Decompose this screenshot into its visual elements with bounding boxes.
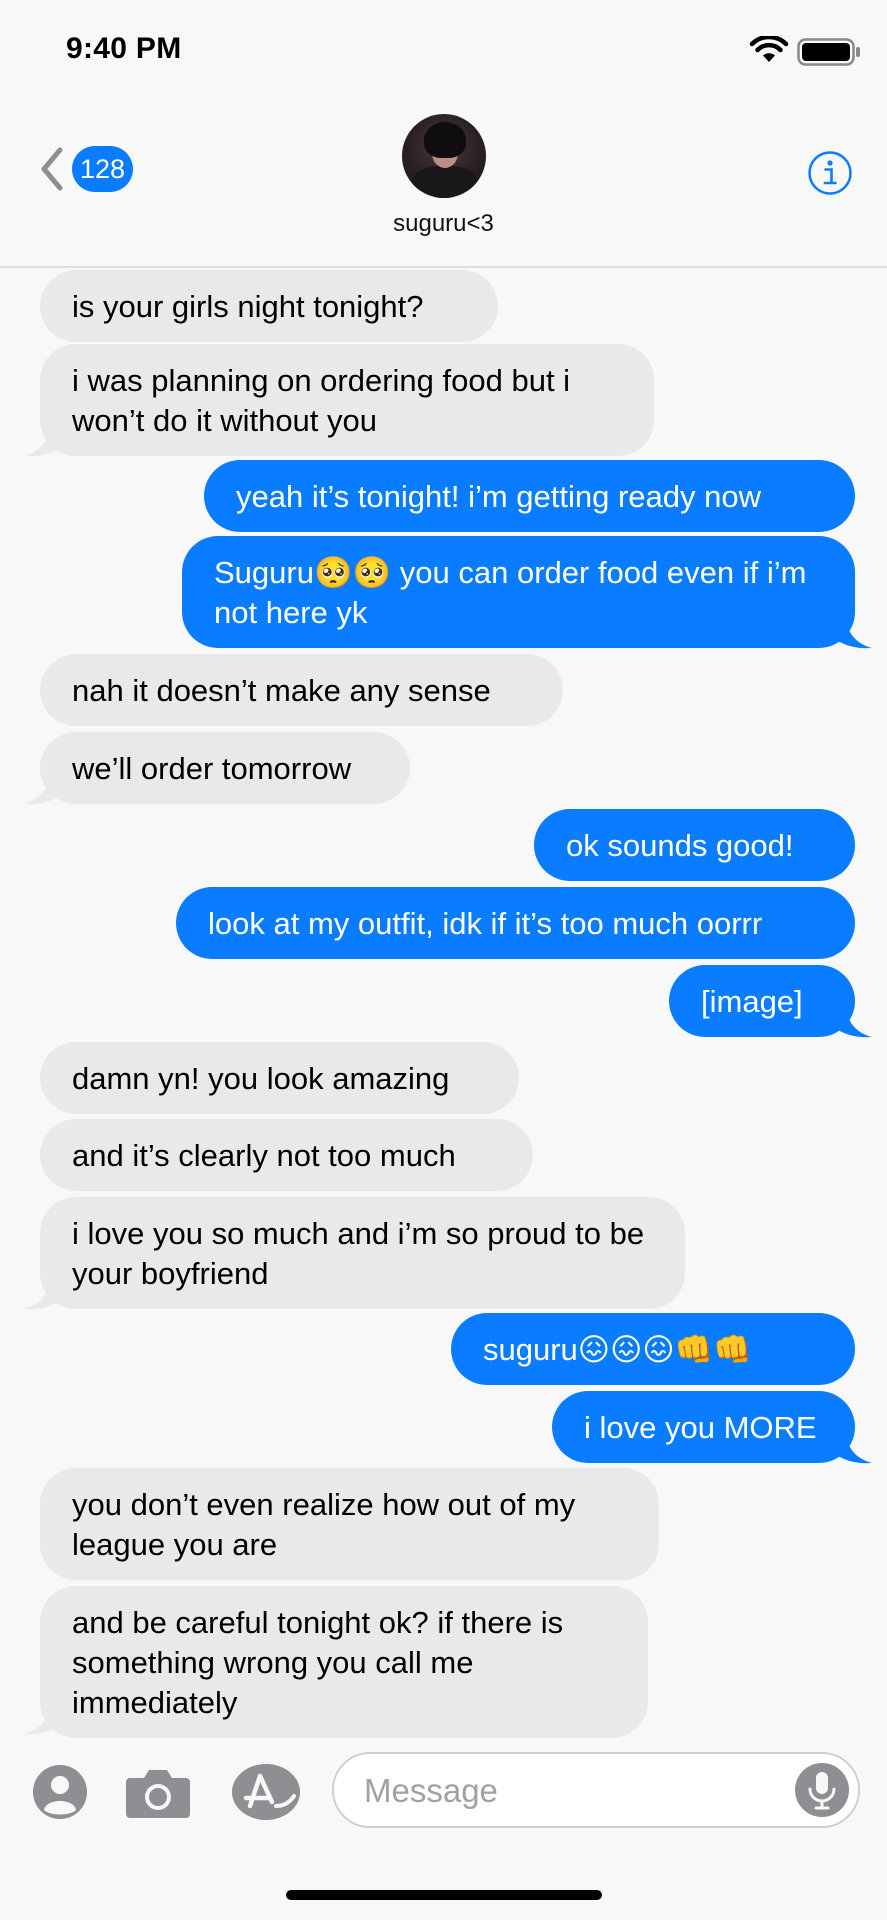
message-bubble-outgoing[interactable]: ok sounds good!	[534, 809, 855, 881]
status-bar: 9:40 PM	[0, 0, 887, 100]
status-time: 9:40 PM	[66, 32, 182, 65]
bubble-tail-incoming	[24, 424, 60, 457]
message-bubble-incoming[interactable]: is your girls night tonight?	[40, 270, 498, 342]
message-input[interactable]	[362, 1766, 766, 1816]
avatar[interactable]	[401, 114, 486, 198]
home-indicator	[286, 1890, 602, 1900]
message-bubble-outgoing[interactable]: look at my outfit, idk if it’s too much …	[176, 887, 855, 959]
message-input-field[interactable]	[332, 1752, 860, 1828]
compose-bar	[0, 1738, 887, 1848]
bubble-tail-incoming	[24, 1277, 60, 1310]
contact-name: suguru<3	[393, 210, 494, 237]
message-bubble-incoming[interactable]: we’ll order tomorrow	[40, 732, 410, 804]
message-bubble-outgoing[interactable]: suguru😖😖😖👊👊	[451, 1313, 855, 1385]
wifi-icon	[749, 36, 789, 62]
message-bubble-incoming[interactable]: you don’t even realize how out of my lea…	[40, 1468, 659, 1580]
message-bubble-outgoing[interactable]: yeah it’s tonight! i’m getting ready now	[204, 460, 855, 532]
camera-icon[interactable]	[124, 1764, 192, 1820]
message-bubble-incoming[interactable]: and it’s clearly not too much	[40, 1119, 533, 1191]
bubble-tail-outgoing	[836, 1431, 872, 1464]
bubble-tail-outgoing	[836, 616, 872, 649]
info-icon[interactable]	[807, 150, 853, 196]
message-bubble-incoming[interactable]: and be careful tonight ok? if there is s…	[40, 1586, 648, 1738]
message-bubble-outgoing[interactable]: [image]	[669, 965, 855, 1037]
message-bubble-incoming[interactable]: damn yn! you look amazing	[40, 1042, 519, 1114]
contacts-icon[interactable]	[32, 1764, 88, 1820]
message-bubble-incoming[interactable]: i love you so much and i’m so proud to b…	[40, 1197, 685, 1309]
mic-icon[interactable]	[794, 1762, 850, 1818]
bubble-tail-incoming	[24, 772, 60, 805]
message-bubble-incoming[interactable]: nah it doesn’t make any sense	[40, 654, 563, 726]
bubble-tail-outgoing	[836, 1005, 872, 1038]
message-list[interactable]: is your girls night tonight? i was plann…	[0, 268, 887, 1738]
conversation-header: 128 suguru<3	[0, 100, 887, 268]
bubble-tail-incoming	[24, 1702, 60, 1735]
message-bubble-outgoing[interactable]: i love you MORE	[552, 1391, 855, 1463]
message-bubble-outgoing[interactable]: Suguru🥺🥺 you can order food even if i’m …	[182, 536, 855, 648]
message-bubble-incoming[interactable]: i was planning on ordering food but i wo…	[40, 344, 654, 456]
app-store-icon[interactable]	[230, 1762, 304, 1822]
battery-icon	[797, 38, 860, 66]
contact-header[interactable]: suguru<3	[0, 114, 887, 238]
